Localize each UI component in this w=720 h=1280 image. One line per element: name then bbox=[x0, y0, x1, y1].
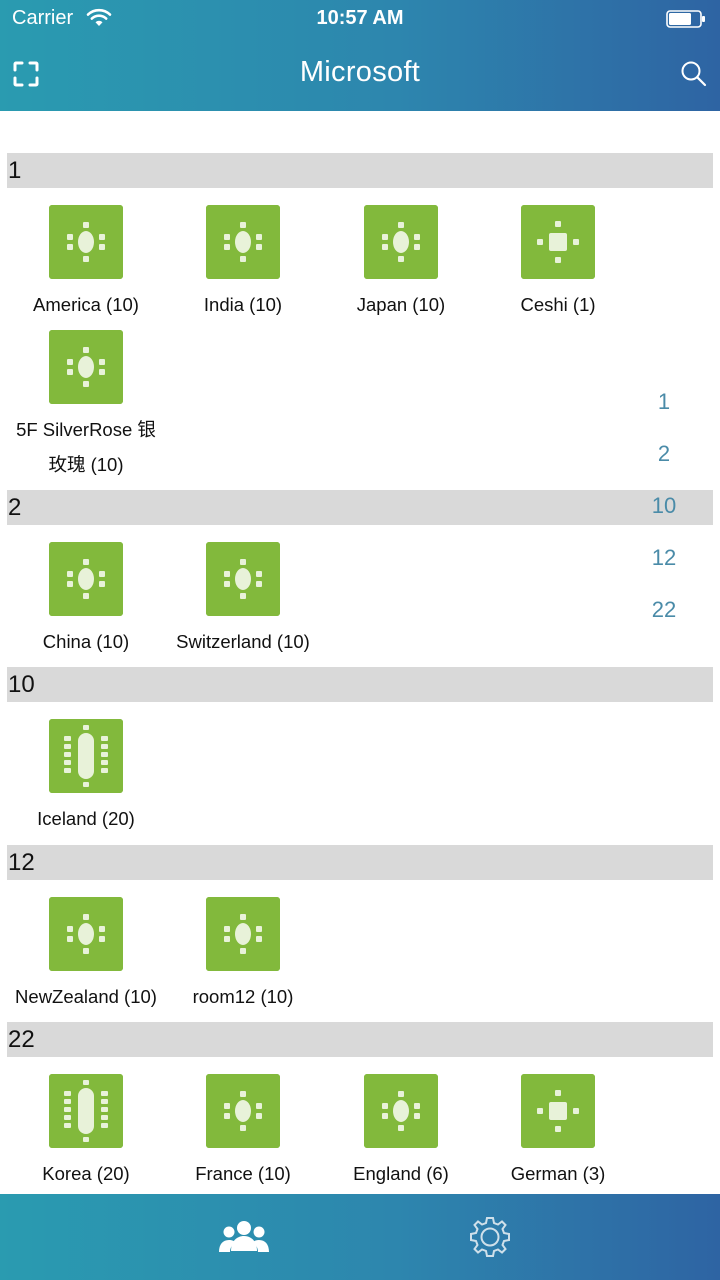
room-item-silverrose[interactable]: 5F SilverRose 银 玫瑰 (10) bbox=[7, 330, 165, 482]
room-item-switzerland[interactable]: Switzerland (10) bbox=[164, 542, 322, 659]
index-item[interactable]: 12 bbox=[636, 535, 692, 587]
room-name: America (10) bbox=[33, 294, 139, 315]
tab-settings[interactable] bbox=[310, 1194, 670, 1280]
meeting-table-large-icon bbox=[49, 719, 123, 793]
room-item-china[interactable]: China (10) bbox=[7, 542, 165, 659]
room-item-england[interactable]: England (6) bbox=[322, 1074, 480, 1191]
people-icon bbox=[219, 1221, 269, 1252]
index-item[interactable]: 10 bbox=[636, 483, 692, 535]
room-item-newzealand[interactable]: NewZealand (10) bbox=[7, 897, 165, 1014]
room-item-japan[interactable]: Japan (10) bbox=[322, 205, 480, 322]
page-title: Microsoft bbox=[299, 56, 421, 88]
room-name: Japan (10) bbox=[356, 294, 446, 315]
room-name: Korea (20) bbox=[42, 1163, 130, 1184]
navigation-header: Carrier 10:57 AM Microsoft bbox=[0, 0, 720, 111]
section-header: 12 bbox=[7, 845, 713, 880]
room-name: German (3) bbox=[510, 1163, 606, 1184]
section-header: 2 bbox=[7, 490, 713, 525]
room-list[interactable]: 1 America (10) India (10) Japan (10) Ces… bbox=[0, 111, 720, 1194]
room-name: NewZealand (10) bbox=[15, 986, 157, 1007]
index-item[interactable]: 2 bbox=[636, 431, 692, 483]
room-name: Switzerland (10) bbox=[176, 631, 310, 652]
room-name-line2: 玫瑰 (10) bbox=[48, 454, 124, 475]
meeting-table-small-icon bbox=[206, 542, 280, 616]
room-item-korea[interactable]: Korea (20) bbox=[7, 1074, 165, 1191]
room-name: France (10) bbox=[195, 1163, 291, 1184]
room-item-ceshi[interactable]: Ceshi (1) bbox=[479, 205, 637, 322]
battery-icon bbox=[666, 10, 705, 28]
index-item[interactable]: 22 bbox=[636, 587, 692, 639]
room-item-india[interactable]: India (10) bbox=[164, 205, 322, 322]
status-time: 10:57 AM bbox=[316, 7, 404, 29]
section-header: 10 bbox=[7, 667, 713, 702]
room-name: Ceshi (1) bbox=[520, 294, 596, 315]
room-name: Iceland (20) bbox=[37, 808, 135, 829]
meeting-table-small-icon bbox=[364, 1074, 438, 1148]
meeting-table-small-icon bbox=[49, 542, 123, 616]
section-header: 1 bbox=[7, 153, 713, 188]
meeting-table-small-icon bbox=[49, 330, 123, 404]
meeting-table-small-icon bbox=[49, 205, 123, 279]
room-item-iceland[interactable]: Iceland (20) bbox=[7, 719, 165, 836]
section-header: 22 bbox=[7, 1022, 713, 1057]
room-name: England (6) bbox=[353, 1163, 449, 1184]
index-item[interactable]: 1 bbox=[636, 379, 692, 431]
meeting-table-large-icon bbox=[49, 1074, 123, 1148]
room-name: room12 (10) bbox=[192, 986, 294, 1007]
status-bar: Carrier 10:57 AM bbox=[0, 0, 720, 38]
meeting-table-small-icon bbox=[206, 897, 280, 971]
room-item-america[interactable]: America (10) bbox=[7, 205, 165, 322]
meeting-table-tiny-icon bbox=[521, 205, 595, 279]
room-item-german[interactable]: German (3) bbox=[479, 1074, 637, 1191]
gear-icon bbox=[470, 1217, 510, 1257]
room-name: China (10) bbox=[42, 631, 130, 652]
meeting-table-tiny-icon bbox=[521, 1074, 595, 1148]
room-item-room12[interactable]: room12 (10) bbox=[164, 897, 322, 1014]
meeting-table-small-icon bbox=[206, 205, 280, 279]
room-name: India (10) bbox=[203, 294, 283, 315]
meeting-table-small-icon bbox=[49, 897, 123, 971]
meeting-table-small-icon bbox=[364, 205, 438, 279]
section-index-bar[interactable]: 1 2 10 12 22 bbox=[636, 379, 692, 639]
room-name: 5F SilverRose 银 玫瑰 (10) bbox=[7, 412, 165, 482]
meeting-table-small-icon bbox=[206, 1074, 280, 1148]
room-item-france[interactable]: France (10) bbox=[164, 1074, 322, 1191]
room-name-line1: 5F SilverRose 银 bbox=[16, 419, 156, 440]
search-icon[interactable] bbox=[680, 60, 708, 88]
tab-bar bbox=[0, 1194, 720, 1280]
